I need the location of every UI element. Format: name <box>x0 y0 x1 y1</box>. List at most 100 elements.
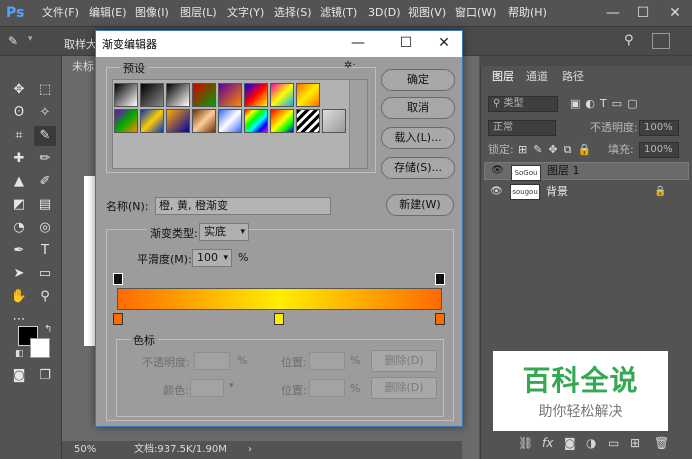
tab-paths[interactable]: 路径 <box>554 66 592 88</box>
filter-icons[interactable]: ▣◐T▭▢ <box>570 94 680 114</box>
preset-swatch[interactable] <box>192 83 216 107</box>
menu-select[interactable]: 选择(S) <box>274 0 312 26</box>
adjustment-icon[interactable]: ◑ <box>586 436 596 450</box>
crop-tool-icon[interactable]: ⌗ <box>8 126 30 146</box>
eraser-tool-icon[interactable]: ◩ <box>8 195 30 215</box>
layer-filter-select[interactable]: ⚲ 类型 <box>488 96 558 112</box>
new-button[interactable]: 新建(W) <box>386 194 454 216</box>
delete-color-stop-button[interactable]: 删除(D) <box>371 377 437 399</box>
healing-tool-icon[interactable]: ✚ <box>8 149 30 169</box>
zoom-tool-icon[interactable]: ⚲ <box>34 287 56 307</box>
ok-button[interactable]: 确定 <box>381 69 455 91</box>
menu-help[interactable]: 帮助(H) <box>508 0 547 26</box>
menu-edit[interactable]: 编辑(E) <box>89 0 127 26</box>
tab-layers[interactable]: 图层 <box>484 66 522 88</box>
preset-swatch[interactable] <box>270 83 294 107</box>
hand-tool-icon[interactable]: ✋ <box>8 287 30 307</box>
dialog-maximize-button[interactable]: ☐ <box>392 32 420 54</box>
eyedropper-tool-icon[interactable]: ✎ <box>34 126 56 146</box>
load-button[interactable]: 载入(L)... <box>381 127 455 149</box>
menu-type[interactable]: 文字(Y) <box>227 0 264 26</box>
fx-icon[interactable]: fx <box>542 436 553 450</box>
dialog-close-button[interactable]: ✕ <box>430 32 458 54</box>
search-icon[interactable]: ⚲ <box>624 33 640 49</box>
workspace-icon[interactable] <box>652 33 670 49</box>
chevron-down-icon[interactable]: ▾ <box>229 381 234 391</box>
preset-swatch[interactable] <box>296 83 320 107</box>
visibility-eye-icon[interactable]: 👁 <box>490 182 503 202</box>
color-stop[interactable] <box>274 313 284 325</box>
preset-swatch[interactable] <box>270 109 294 133</box>
quick-mask-icon[interactable]: ◙ <box>8 366 30 386</box>
presets-scrollbar[interactable] <box>349 80 367 168</box>
dodge-tool-icon[interactable]: ◎ <box>34 218 56 238</box>
chevron-down-icon[interactable]: ▾ <box>28 34 38 48</box>
preset-swatch[interactable] <box>192 109 216 133</box>
rectangle-tool-icon[interactable]: ▭ <box>34 264 56 284</box>
close-button[interactable]: ✕ <box>660 0 690 26</box>
preset-swatch[interactable] <box>114 83 138 107</box>
menu-filter[interactable]: 滤镜(T) <box>320 0 357 26</box>
layer-name[interactable]: 背景 <box>546 182 568 202</box>
preset-swatch[interactable] <box>166 83 190 107</box>
minimize-button[interactable]: — <box>598 0 628 26</box>
smoothness-field[interactable]: 100 ▾ <box>192 249 232 267</box>
lasso-tool-icon[interactable]: ʘ <box>8 103 30 123</box>
opacity-stop[interactable] <box>435 273 445 285</box>
preset-swatch[interactable] <box>114 109 138 133</box>
default-colors-icon[interactable]: ◧ <box>15 349 25 359</box>
name-field[interactable]: 橙, 黄, 橙渐变 <box>155 197 331 215</box>
delete-opacity-stop-button[interactable]: 删除(D) <box>371 350 437 372</box>
color-stop[interactable] <box>113 313 123 325</box>
dialog-minimize-button[interactable]: — <box>344 32 372 54</box>
visibility-eye-icon[interactable]: 👁 <box>491 163 504 179</box>
blur-tool-icon[interactable]: ◔ <box>8 218 30 238</box>
maximize-button[interactable]: ☐ <box>628 0 658 26</box>
fill-field[interactable]: 100% <box>639 142 679 158</box>
stop-opacity-field[interactable] <box>194 352 230 370</box>
new-layer-icon[interactable]: ⊞ <box>630 436 640 450</box>
preset-swatch[interactable] <box>166 109 190 133</box>
menu-file[interactable]: 文件(F) <box>42 0 79 26</box>
path-selection-tool-icon[interactable]: ➤ <box>8 264 30 284</box>
menu-window[interactable]: 窗口(W) <box>455 0 496 26</box>
gradient-preview-bar[interactable] <box>117 288 442 310</box>
type-tool-icon[interactable]: T <box>34 241 56 261</box>
eyedropper-icon[interactable]: ✎ <box>8 34 22 48</box>
move-tool-icon[interactable]: ✥ <box>8 80 30 100</box>
blend-mode-select[interactable]: 正常 <box>488 120 556 136</box>
stop-color-swatch[interactable] <box>190 379 224 397</box>
save-button[interactable]: 存储(S)... <box>381 157 455 179</box>
status-menu-icon[interactable]: › <box>248 441 252 459</box>
opacity-field[interactable]: 100% <box>639 120 679 136</box>
gradient-tool-icon[interactable]: ▤ <box>34 195 56 215</box>
layer-name[interactable]: 图层 1 <box>547 163 580 179</box>
marquee-tool-icon[interactable]: ⬚ <box>34 80 56 100</box>
swap-colors-icon[interactable]: ↰ <box>44 324 56 336</box>
pen-tool-icon[interactable]: ✒ <box>8 241 30 261</box>
panel-collapse-bar[interactable] <box>480 56 692 66</box>
preset-swatch[interactable] <box>140 83 164 107</box>
lock-icons[interactable]: ⊞✎✥⧉🔒 <box>518 140 598 160</box>
mask-icon[interactable]: ◙ <box>564 436 576 450</box>
screen-mode-icon[interactable]: ❐ <box>34 366 56 386</box>
menu-3d[interactable]: 3D(D) <box>368 0 401 26</box>
layer-row[interactable]: 👁 SoGou 图层 1 <box>484 162 689 181</box>
preset-swatch[interactable] <box>244 109 268 133</box>
color-location-field[interactable] <box>309 379 345 397</box>
tab-channels[interactable]: 通道 <box>518 66 556 88</box>
color-stop[interactable] <box>435 313 445 325</box>
preset-swatch[interactable] <box>322 109 346 133</box>
gradient-type-select[interactable]: 实底 ▾ <box>199 223 249 241</box>
menu-layer[interactable]: 图层(L) <box>180 0 217 26</box>
preset-swatch[interactable] <box>218 109 242 133</box>
preset-swatch[interactable] <box>244 83 268 107</box>
preset-swatch[interactable] <box>140 109 164 133</box>
trash-icon[interactable]: 🗑 <box>654 436 669 450</box>
gear-icon[interactable]: ✲· <box>344 60 356 71</box>
preset-swatch[interactable] <box>218 83 242 107</box>
link-layers-icon[interactable]: ⛓ <box>518 436 533 450</box>
menu-image[interactable]: 图像(I) <box>135 0 169 26</box>
magic-wand-tool-icon[interactable]: ✧ <box>34 103 56 123</box>
preset-swatch[interactable] <box>296 109 320 133</box>
